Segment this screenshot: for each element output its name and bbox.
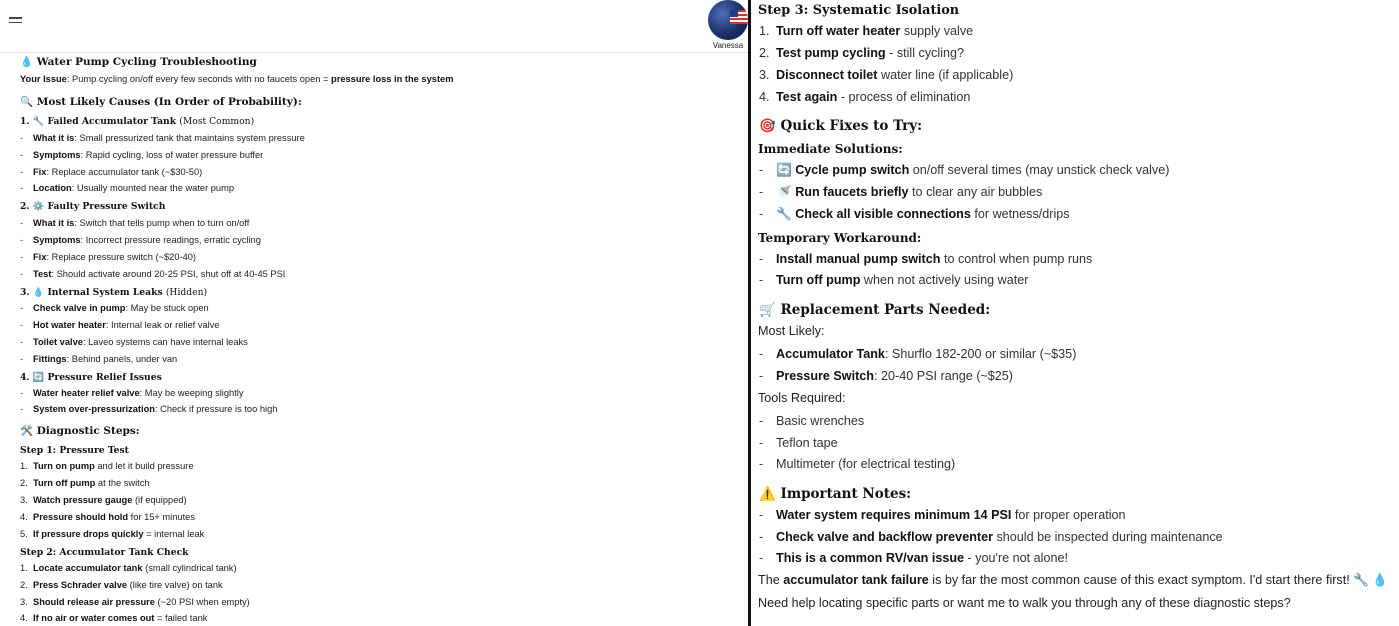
most-likely-label: Most Likely:	[758, 324, 825, 338]
step3-title: Step 3: Systematic Isolation	[758, 3, 960, 18]
list-item: - Teflon tape	[759, 436, 838, 450]
cycle-icon: 🔄	[32, 372, 45, 383]
list-item: 4. Pressure should hold for 15+ minutes	[20, 512, 195, 522]
parts-heading: 🛒 Replacement Parts Needed:	[759, 302, 991, 318]
list-item: - Multimeter (for electrical testing)	[759, 457, 956, 471]
step2-title: Step 2: Accumulator Tank Check	[20, 547, 189, 558]
list-item: - Location: Usually mounted near the wate…	[20, 183, 235, 193]
list-item: - Symptoms: Rapid cycling, loss of water …	[20, 150, 264, 160]
list-item: - Pressure Switch: 20-40 PSI range (~$25)	[759, 369, 1013, 383]
warning-icon: ⚠️	[759, 486, 776, 502]
list-item: - Water heater relief valve: May be weepi…	[20, 388, 244, 398]
notes-heading: ⚠️ Important Notes:	[759, 486, 912, 502]
cycle-icon: 🔄	[776, 163, 792, 177]
list-item: 1. Locate accumulator tank (small cylindr…	[20, 563, 237, 573]
top-bar: Vanessa	[0, 0, 748, 53]
list-item: 1. Turn off water heater supply valve	[759, 24, 974, 38]
list-item: - Test: Should activate around 20-25 PSI,…	[20, 269, 286, 279]
right-pane: Step 3: Systematic Isolation 1. Turn off …	[751, 0, 1399, 626]
wrench-icon: 🔧	[776, 207, 792, 221]
temporary-title: Temporary Workaround:	[758, 231, 922, 245]
list-item: - What it is: Small pressurized tank that…	[20, 133, 305, 143]
issue-line: Your Issue: Pump cycling on/off every fe…	[20, 74, 454, 84]
diagnostic-heading: 🛠️ Diagnostic Steps:	[20, 425, 140, 437]
causes-heading: 🔍 Most Likely Causes (In Order of Probab…	[20, 96, 302, 108]
list-item: - Fittings: Behind panels, under van	[20, 354, 178, 364]
list-item: - Check valve and backflow preventer shou…	[759, 530, 1223, 544]
user-name: Vanessa	[712, 41, 744, 50]
list-item: 4. If no air or water comes out = failed …	[20, 613, 208, 623]
step1-title: Step 1: Pressure Test	[20, 445, 129, 456]
list-item: - Toilet valve: Laveo systems can have in…	[20, 337, 248, 347]
gear-icon: ⚙️	[32, 201, 45, 212]
list-item: 2. Press Schrader valve (like tire valve)…	[20, 580, 223, 590]
tools-icon: 🛠️	[20, 425, 34, 437]
shower-icon: 🚿	[776, 185, 792, 199]
avatar[interactable]	[708, 0, 748, 40]
list-item: - Accumulator Tank: Shurflo 182-200 or si…	[759, 347, 1077, 361]
list-item: - Water system requires minimum 14 PSI fo…	[759, 508, 1126, 522]
cause-4-title: 4. 🔄 Pressure Relief Issues	[20, 372, 162, 383]
list-item: - Basic wrenches	[759, 414, 865, 428]
page-title: 💧 Water Pump Cycling Troubleshooting	[20, 56, 257, 68]
list-item: - System over-pressurization: Check if pr…	[20, 404, 278, 414]
list-item: 2. Test pump cycling - still cycling?	[759, 46, 965, 60]
wrench-icon: 🔧	[32, 116, 45, 127]
closing-line: The accumulator tank failure is by far t…	[758, 573, 1389, 587]
list-item: - This is a common RV/van issue - you're …	[759, 551, 1068, 565]
list-item: 2. Turn off pump at the switch	[20, 478, 150, 488]
list-item: 4. Test again - process of elimination	[759, 90, 971, 104]
list-item: 5. If pressure drops quickly = internal l…	[20, 529, 205, 539]
list-item: - What it is: Switch that tells pump when…	[20, 218, 250, 228]
list-item: - Turn off pump when not actively using w…	[759, 273, 1029, 287]
list-item: - Check valve in pump: May be stuck open	[20, 303, 209, 313]
list-item: - Install manual pump switch to control w…	[759, 252, 1093, 266]
list-item: - Fix: Replace pressure switch (~$20-40)	[20, 252, 197, 262]
list-item: 3. Should release air pressure (~20 PSI w…	[20, 597, 250, 607]
list-item: - Symptoms: Incorrect pressure readings, …	[20, 235, 261, 245]
cause-1-title: 1. 🔧 Failed Accumulator Tank (Most Commo…	[20, 116, 255, 127]
cause-3-title: 3. 💧 Internal System Leaks (Hidden)	[20, 287, 208, 298]
list-item: 1. Turn on pump and let it build pressure	[20, 461, 194, 471]
quick-fixes-heading: 🎯 Quick Fixes to Try:	[759, 118, 923, 134]
tools-label: Tools Required:	[758, 391, 846, 405]
immediate-title: Immediate Solutions:	[758, 142, 903, 156]
target-icon: 🎯	[759, 118, 776, 134]
wrench-droplet-icon: 🔧 💧	[1353, 573, 1389, 587]
list-item: 3. Disconnect toilet water line (if appli…	[759, 68, 1014, 82]
list-item: - Fix: Replace accumulator tank (~$30-50)	[20, 167, 203, 177]
droplet-icon: 💧	[32, 287, 45, 298]
left-pane: Vanessa 💧 Water Pump Cycling Troubleshoo…	[0, 0, 748, 626]
list-item: - 🚿 Run faucets briefly to clear any air …	[759, 185, 1043, 199]
droplet-icon: 💧	[20, 56, 34, 68]
followup-line: Need help locating specific parts or wan…	[758, 596, 1291, 610]
list-item: - Hot water heater: Internal leak or reli…	[20, 320, 220, 330]
list-item: - 🔄 Cycle pump switch on/off several time…	[759, 163, 1170, 177]
menu-icon[interactable]	[9, 17, 22, 27]
cause-2-title: 2. ⚙️ Faulty Pressure Switch	[20, 201, 166, 212]
cart-icon: 🛒	[759, 302, 776, 318]
list-item: - 🔧 Check all visible connections for wet…	[759, 207, 1070, 221]
magnifier-icon: 🔍	[20, 96, 34, 108]
list-item: 3. Watch pressure gauge (if equipped)	[20, 495, 187, 505]
